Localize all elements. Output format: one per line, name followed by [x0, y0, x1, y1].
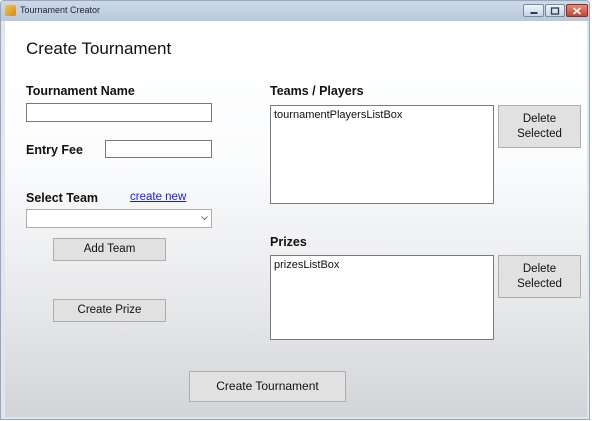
window-title: Tournament Creator: [20, 5, 101, 15]
app-icon: [5, 5, 16, 16]
select-team-label: Select Team: [26, 191, 99, 205]
page-title: Create Tournament: [26, 39, 172, 58]
maximize-icon: [550, 6, 560, 15]
create-tournament-button[interactable]: Create Tournament: [189, 371, 346, 402]
tournament-players-listbox-text: tournamentPlayersListBox: [274, 109, 403, 121]
tournament-players-listbox[interactable]: tournamentPlayersListBox: [270, 105, 494, 204]
close-icon: [572, 6, 582, 15]
entry-fee-label: Entry Fee: [26, 143, 83, 157]
chevron-down-icon: [201, 216, 208, 221]
create-prize-button[interactable]: Create Prize: [53, 299, 166, 322]
form-client-area: Create Tournament Tournament Name Entry …: [5, 21, 587, 417]
delete-selected-prize-button[interactable]: Delete Selected: [498, 255, 581, 298]
entry-fee-input[interactable]: [105, 140, 212, 158]
teams-players-label: Teams / Players: [270, 84, 364, 98]
minimize-button[interactable]: [523, 4, 544, 17]
tournament-name-input[interactable]: [26, 103, 212, 122]
app-window: Tournament Creator Create Tournament Tou…: [0, 0, 590, 420]
add-team-button[interactable]: Add Team: [53, 238, 166, 261]
create-new-team-link[interactable]: create new: [130, 191, 186, 203]
prizes-label: Prizes: [270, 235, 307, 249]
select-team-dropdown[interactable]: [26, 209, 212, 228]
delete-selected-player-button[interactable]: Delete Selected: [498, 105, 581, 148]
prizes-listbox-text: prizesListBox: [274, 259, 340, 271]
close-button[interactable]: [566, 4, 588, 17]
maximize-button[interactable]: [545, 4, 565, 17]
title-bar[interactable]: Tournament Creator: [1, 1, 589, 21]
tournament-name-label: Tournament Name: [26, 84, 135, 98]
prizes-listbox[interactable]: prizesListBox: [270, 255, 494, 340]
minimize-icon: [530, 11, 537, 14]
